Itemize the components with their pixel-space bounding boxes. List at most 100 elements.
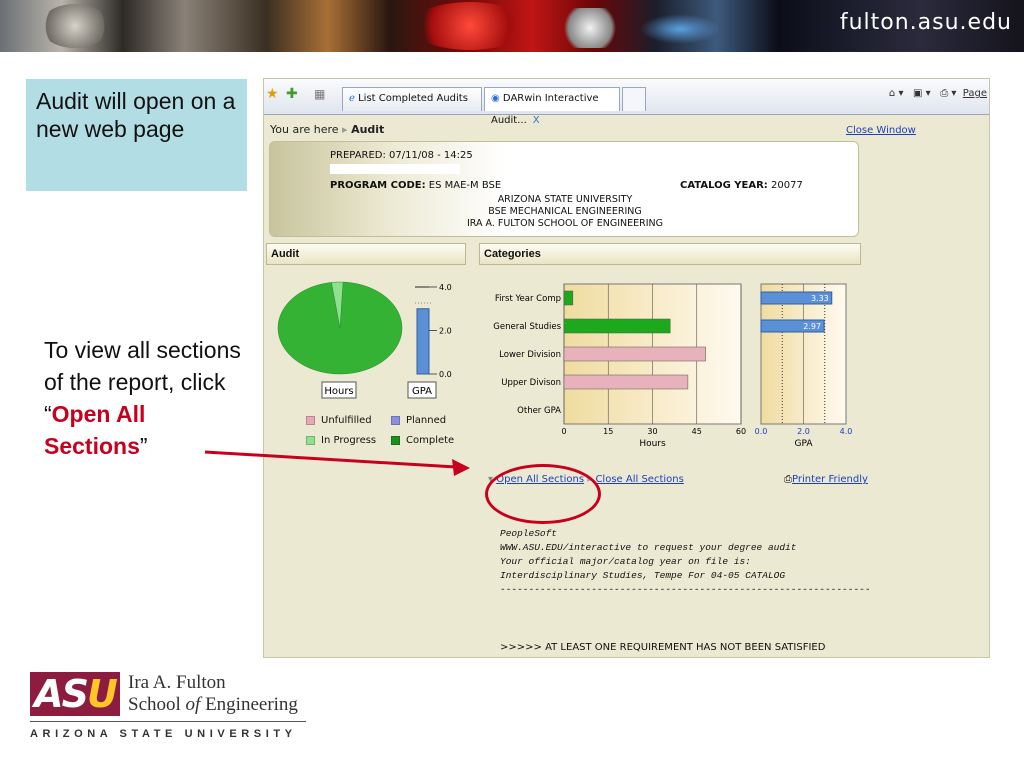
- university-name: ARIZONA STATE UNIVERSITY: [497, 194, 633, 205]
- printer-icon: ⎙: [784, 474, 792, 485]
- tab-darwin-audit[interactable]: ◉ DARwin Interactive Audit... X: [484, 87, 620, 126]
- x-tick-label: 0.0: [755, 427, 768, 436]
- legend-swatch: [306, 415, 315, 425]
- logo-rule: [30, 721, 306, 722]
- feeds-icon[interactable]: ▣ ▾: [913, 88, 931, 99]
- completion-pie-chart: [277, 281, 403, 375]
- legend-swatch: [306, 435, 315, 445]
- hours-button-label: Hours: [324, 386, 353, 397]
- y-tick-label: General Studies: [493, 322, 561, 332]
- x-axis-label: Hours: [639, 439, 666, 449]
- gauge-bar: [416, 308, 430, 375]
- y-tick-label: First Year Comp: [495, 294, 561, 304]
- add-favorite-icon[interactable]: ✚: [286, 85, 298, 102]
- category-gpa-chart: 0.0 2.0 4.0 GPA 3.33 2.97: [755, 283, 853, 449]
- x-tick-label: 0: [561, 427, 566, 436]
- catalog-year-label: CATALOG YEAR:: [680, 180, 768, 191]
- close-all-sections-link[interactable]: Close All Sections: [595, 474, 683, 485]
- tip-suffix: ”: [139, 433, 148, 459]
- close-window-link[interactable]: Close Window: [846, 125, 916, 136]
- quick-tabs-icon[interactable]: ▦: [314, 87, 325, 101]
- note-line: Your official major/catalog year on file…: [500, 556, 751, 567]
- x-tick-label: 60: [736, 427, 746, 436]
- hours-bar: [563, 374, 689, 390]
- note-line: ----------------------------------------…: [500, 584, 871, 595]
- gauge-tick-label: 4.0: [439, 283, 452, 292]
- tab-label: List Completed Audits: [358, 93, 468, 104]
- tab-list-completed-audits[interactable]: ℯ List Completed Audits: [342, 87, 482, 111]
- breadcrumb: You are here ▸ Audit: [270, 123, 384, 136]
- hours-bar-chart: 0 15 30 45 60 Hours First Year Comp General Stu…: [493, 283, 746, 449]
- legend-in-progress: In Progress: [306, 435, 376, 446]
- banner-photo: [560, 8, 620, 48]
- legend-planned: Planned: [391, 415, 446, 426]
- close-tab-icon[interactable]: X: [533, 115, 540, 126]
- browser-tab-bar: ★ ✚ ▦ ℯ List Completed Audits ◉ DARwin I…: [264, 79, 989, 126]
- gauge-tick-label: 0.0: [439, 370, 452, 379]
- legend-swatch: [391, 415, 400, 425]
- program-code: PROGRAM CODE: ES MAE-M BSE: [330, 180, 501, 191]
- y-tick-label: Lower Division: [499, 350, 561, 360]
- school-name: IRA A. FULTON SCHOOL OF ENGINEERING: [466, 218, 663, 229]
- legend-complete: Complete: [391, 435, 454, 446]
- highlight-circle: [485, 464, 601, 524]
- hours-bar: [563, 346, 706, 362]
- x-tick-label: 4.0: [840, 427, 853, 436]
- gpa-data-label: 3.33: [811, 294, 829, 303]
- star-icon[interactable]: ★: [266, 85, 279, 102]
- home-icon[interactable]: ⌂ ▾: [889, 88, 904, 99]
- x-tick-label: 15: [603, 427, 613, 436]
- print-icon[interactable]: ⎙ ▾: [940, 88, 956, 99]
- category-charts: 0 15 30 45 60 Hours First Year Comp General Stu…: [493, 283, 853, 449]
- logo-line-1: Ira A. Fulton: [128, 672, 226, 693]
- y-tick-label: Other GPA: [517, 406, 561, 416]
- x-tick-label: 30: [647, 427, 657, 436]
- gpa-data-label: 2.97: [803, 322, 821, 331]
- legend-label: In Progress: [321, 435, 377, 446]
- header-banner: fulton.asu.edu: [0, 0, 1024, 52]
- program-code-value: ES MAE-M BSE: [428, 180, 502, 191]
- legend-swatch: [391, 435, 400, 445]
- callout-note: Audit will open on a new web page: [26, 79, 247, 191]
- note-line: PeopleSoft: [500, 528, 558, 539]
- breadcrumb-arrow-icon: ▸: [342, 123, 348, 136]
- x-tick-label: 45: [692, 427, 702, 436]
- hours-button[interactable]: Hours: [321, 381, 357, 399]
- browser-toolbar-right: ⌂ ▾ ▣ ▾ ⎙ ▾ Page: [889, 88, 987, 99]
- breadcrumb-current: Audit: [351, 123, 385, 136]
- legend-unfulfilled: Unfulfilled: [306, 415, 372, 426]
- note-line: Interdisciplinary Studies, Tempe For 04-…: [500, 570, 786, 581]
- y-tick-label: Upper Divison: [501, 378, 561, 388]
- x-axis-label: GPA: [795, 439, 814, 449]
- printer-friendly-link[interactable]: Printer Friendly: [792, 474, 868, 485]
- brand-url: fulton.asu.edu: [839, 10, 1012, 35]
- catalog-year: CATALOG YEAR: 20077: [680, 180, 803, 191]
- gpa-button[interactable]: GPA: [407, 381, 437, 399]
- program-info: ARIZONA STATE UNIVERSITY BSE MECHANICAL …: [420, 194, 710, 230]
- audit-header-panel: PREPARED: 07/11/08 - 14:25 PROGRAM CODE:…: [269, 141, 859, 237]
- banner-photo: [640, 14, 720, 44]
- note-line: WWW.ASU.EDU/interactive to request your …: [500, 542, 797, 553]
- requirement-warning: >>>>> AT LEAST ONE REQUIREMENT HAS NOT B…: [500, 642, 826, 653]
- callout-tip: To view all sections of the report, clic…: [44, 334, 244, 462]
- categories-section-header: Categories: [479, 243, 861, 265]
- catalog-year-value: 20077: [771, 180, 803, 191]
- x-tick-label: 2.0: [797, 427, 810, 436]
- legend-label: Planned: [406, 415, 447, 426]
- hours-bar: [563, 290, 574, 306]
- audit-section-header: Audit: [266, 243, 466, 265]
- banner-photo: [40, 4, 110, 48]
- page-menu[interactable]: Page: [963, 88, 987, 99]
- legend-label: Complete: [406, 435, 455, 446]
- logo-line-2: School of Engineering: [128, 694, 298, 715]
- banner-photo: [410, 2, 530, 50]
- audit-notes: PeopleSoft WWW.ASU.EDU/interactive to req…: [500, 527, 871, 597]
- new-tab-button[interactable]: [622, 87, 646, 111]
- degree-name: BSE MECHANICAL ENGINEERING: [488, 206, 642, 217]
- audit-overview-chart: 4.0 2.0 0.0 Hours GPA: [277, 281, 452, 399]
- tip-highlight: Open All Sections: [44, 401, 146, 459]
- legend-label: Unfulfilled: [321, 415, 372, 426]
- breadcrumb-prefix: You are here: [270, 123, 339, 136]
- gpa-gauge: 4.0 2.0 0.0: [415, 283, 452, 379]
- program-code-label: PROGRAM CODE:: [330, 180, 426, 191]
